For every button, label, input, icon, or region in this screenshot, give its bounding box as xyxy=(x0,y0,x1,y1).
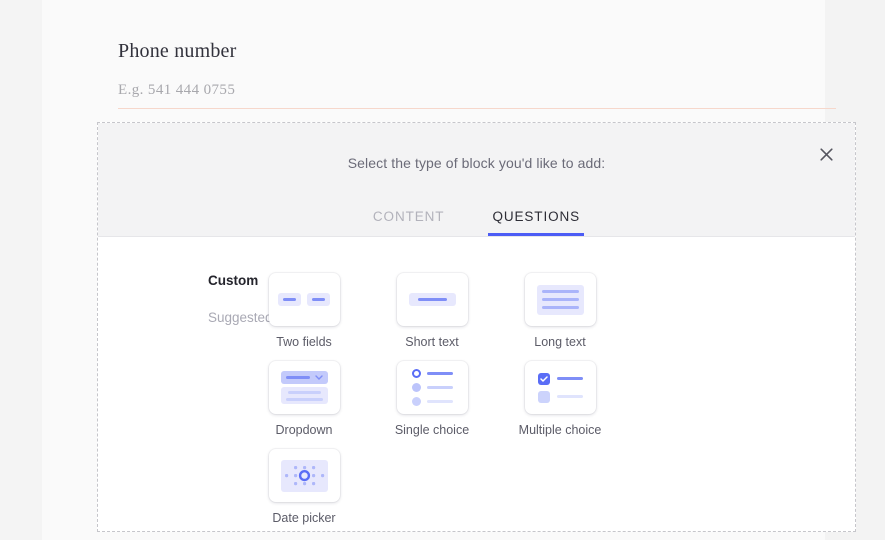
block-card-label: Short text xyxy=(405,335,459,349)
two-fields-icon xyxy=(268,273,340,326)
dropdown-icon xyxy=(268,361,340,414)
form-builder-page: Phone number E.g. 541 444 0755 Select th… xyxy=(0,0,885,540)
category-rail: Custom Suggested xyxy=(98,273,273,531)
single-choice-icon xyxy=(396,361,468,414)
date-picker-icon xyxy=(268,449,340,502)
category-custom-label: Custom xyxy=(208,273,259,288)
block-card-label: Long text xyxy=(534,335,586,349)
field-label: Phone number xyxy=(118,40,237,62)
tab-content[interactable]: CONTENT xyxy=(369,203,449,236)
block-card-label: Two fields xyxy=(276,335,332,349)
tab-questions[interactable]: QUESTIONS xyxy=(488,203,584,236)
left-gutter xyxy=(0,0,42,540)
form-canvas: Phone number E.g. 541 444 0755 Select th… xyxy=(42,0,856,540)
block-card-multiple-choice[interactable]: Multiple choice xyxy=(510,361,610,437)
block-type-picker: Select the type of block you'd like to a… xyxy=(97,122,856,532)
short-text-icon xyxy=(396,273,468,326)
block-grid: Two fields Short text Long text Dropdown… xyxy=(254,273,610,531)
block-card-label: Single choice xyxy=(394,423,470,437)
picker-body: Custom Suggested Two fields Short text L… xyxy=(98,237,855,531)
picker-prompt: Select the type of block you'd like to a… xyxy=(347,155,606,171)
category-suggested[interactable]: Suggested xyxy=(208,310,273,325)
block-card-label: Date picker xyxy=(272,511,336,525)
phone-number-input[interactable]: E.g. 541 444 0755 xyxy=(118,81,836,109)
block-card-label: Dropdown xyxy=(275,423,333,437)
block-card-short-text[interactable]: Short text xyxy=(382,273,482,349)
phone-number-placeholder: E.g. 541 444 0755 xyxy=(118,82,236,98)
block-card-single-choice[interactable]: Single choice xyxy=(382,361,482,437)
multiple-choice-icon xyxy=(524,361,596,414)
tab-content-label: CONTENT xyxy=(372,209,445,224)
picker-header: Select the type of block you'd like to a… xyxy=(98,123,855,237)
tab-questions-label: QUESTIONS xyxy=(492,209,581,224)
long-text-icon xyxy=(524,273,596,326)
block-card-date-picker[interactable]: Date picker xyxy=(254,449,354,525)
block-card-label: Multiple choice xyxy=(518,423,602,437)
picker-tabs: CONTENT QUESTIONS xyxy=(98,203,855,236)
block-card-dropdown[interactable]: Dropdown xyxy=(254,361,354,437)
block-card-two-fields[interactable]: Two fields xyxy=(254,273,354,349)
block-card-long-text[interactable]: Long text xyxy=(510,273,610,349)
phone-number-field-block: Phone number E.g. 541 444 0755 xyxy=(118,40,836,109)
category-custom[interactable]: Custom xyxy=(208,273,258,288)
close-icon[interactable] xyxy=(813,141,839,167)
